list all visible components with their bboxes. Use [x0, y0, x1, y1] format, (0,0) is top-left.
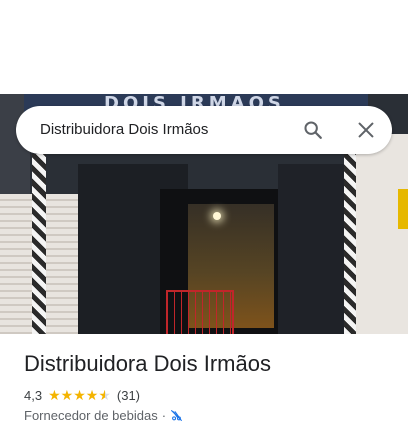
rating-row[interactable]: 4,3 ★ ★ ★ ★ ★ (31) [24, 386, 140, 404]
no-delivery-icon [170, 409, 183, 422]
star-icon: ★ [60, 387, 74, 403]
close-icon[interactable] [355, 119, 377, 141]
photo-right-wall [356, 134, 408, 334]
category-row: Fornecedor de bebidas · [24, 406, 183, 424]
photo-yellow-tag [398, 189, 408, 229]
place-title: Distribuidora Dois Irmãos [24, 351, 271, 376]
star-icon: ★ [85, 387, 99, 403]
star-icon: ★ [73, 387, 86, 403]
separator-dot: · [161, 407, 167, 423]
rating-value: 4,3 [24, 387, 43, 403]
star-icon: ★ [48, 387, 61, 403]
search-icon[interactable] [302, 119, 324, 141]
photo-pillar-left [32, 154, 46, 334]
photo-red-rack [166, 290, 234, 334]
photo-door-right [278, 164, 344, 334]
search-box[interactable]: Distribuidora Dois Irmãos [16, 106, 392, 154]
half-star-icon: ★ [98, 387, 111, 403]
place-category: Fornecedor de bebidas [24, 407, 158, 423]
search-input[interactable]: Distribuidora Dois Irmãos [40, 120, 208, 140]
star-rating: ★ ★ ★ ★ ★ [48, 388, 111, 402]
review-count[interactable]: (31) [117, 388, 140, 403]
map-top-area [0, 0, 408, 94]
photo-ceiling-light [213, 212, 221, 220]
photo-pillar-right [344, 154, 356, 334]
